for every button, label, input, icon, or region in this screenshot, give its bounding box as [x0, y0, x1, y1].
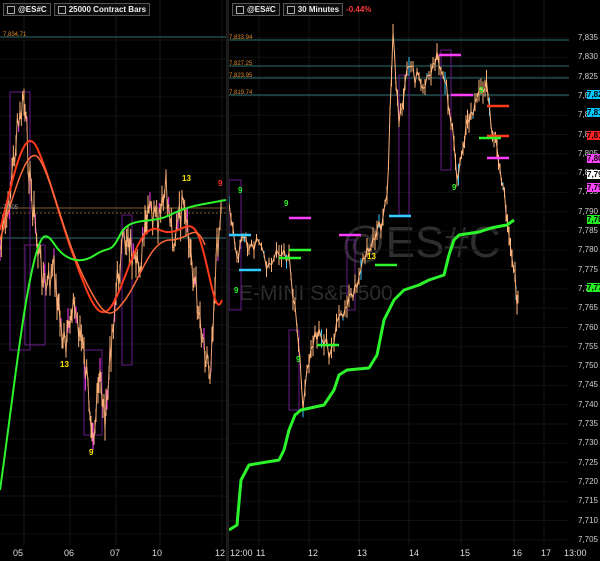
left-interval-chip[interactable]: 25000 Contract Bars: [53, 3, 151, 16]
right-symbol-chip[interactable]: @ES#C: [232, 3, 280, 16]
price-tag: 7,770: [587, 283, 600, 292]
y-tick: 7,765: [577, 303, 598, 313]
left-count-label: 9: [218, 179, 223, 188]
left-symbol-chip[interactable]: @ES#C: [3, 3, 51, 16]
left-count-label: 13: [60, 360, 69, 369]
price-tag: 7,800: [587, 154, 600, 163]
x-tick: 15: [460, 548, 471, 558]
setup-box: [288, 329, 300, 411]
checkbox-icon: [7, 5, 15, 14]
checkbox-icon: [286, 5, 295, 14]
x-tick: 14: [409, 548, 420, 558]
y-tick: 7,825: [577, 71, 598, 81]
x-tick: 12: [308, 548, 319, 558]
left-count-label: 9: [89, 448, 94, 457]
y-axis[interactable]: 7,8357,8307,8257,8207,8157,8107,8057,800…: [570, 0, 600, 561]
left-interval-label: 25000 Contract Bars: [68, 5, 147, 14]
right-symbol-label: @ES#C: [247, 5, 276, 14]
y-tick: 7,755: [577, 341, 598, 351]
price-tag: 7,795: [587, 170, 600, 179]
right-interval-label: 30 Minutes: [297, 5, 340, 14]
x-tick: 10: [152, 548, 163, 558]
left-mid-label: 7,805: [3, 205, 19, 211]
x-tick: 07: [110, 548, 121, 558]
right-chart-pane[interactable]: @ES#C E-MINI S&P 500 @ES#C 30 Minutes -0…: [229, 0, 600, 561]
x-tick: 16: [512, 548, 523, 558]
level-label: 7,819.74: [229, 90, 253, 96]
x-tick: 06: [64, 548, 75, 558]
left-symbol-label: @ES#C: [18, 5, 47, 14]
checkbox-icon: [236, 5, 244, 14]
y-tick: 7,725: [577, 457, 598, 467]
left-count-label: 13: [182, 174, 191, 183]
count-label: 9: [296, 355, 301, 364]
count-label: 13: [367, 252, 376, 261]
y-tick: 7,785: [577, 226, 598, 235]
x-tick: 13: [357, 548, 368, 558]
checkbox-icon: [57, 5, 66, 14]
right-chart-header: @ES#C 30 Minutes -0.44%: [232, 3, 371, 16]
y-tick: 7,720: [577, 476, 598, 486]
price-tag: 7,785: [587, 215, 600, 224]
change-percent: -0.44%: [346, 5, 372, 14]
price-tag: 7,790: [587, 183, 600, 192]
y-tick: 7,715: [577, 496, 598, 506]
price-tag: 7,820: [587, 90, 600, 99]
x-tick: 13:00: [564, 548, 587, 558]
y-tick: 7,745: [577, 380, 598, 390]
level-label: 7,823.95: [229, 73, 253, 79]
right-price-plot[interactable]: [229, 0, 600, 561]
y-tick: 7,710: [577, 515, 598, 525]
level-label: 7,827.25: [229, 61, 253, 67]
left-x-axis[interactable]: 05 06 07 10 12: [0, 544, 226, 561]
count-label: 9: [479, 86, 484, 95]
x-tick: 12: [215, 548, 226, 558]
count-label: 9: [452, 183, 457, 192]
y-tick: 7,775: [577, 264, 598, 274]
right-x-axis[interactable]: 12:00 11 12 13 14 15 16 17 18 13:00: [229, 544, 600, 561]
left-price-plot[interactable]: [0, 0, 226, 561]
count-label: 9: [238, 186, 243, 195]
left-chart-header: @ES#C 25000 Contract Bars: [3, 3, 151, 16]
x-tick: 05: [13, 548, 24, 558]
price-line: [229, 32, 519, 410]
y-tick: 7,740: [577, 399, 598, 409]
y-tick: 7,705: [577, 534, 598, 544]
x-tick: 17: [541, 548, 552, 558]
y-tick: 7,780: [577, 245, 598, 255]
chart-window: @ES#C 25000 Contract Bars 7,834.71 7,805…: [0, 0, 600, 561]
x-tick: 12:00: [230, 548, 253, 558]
left-chart-pane[interactable]: @ES#C 25000 Contract Bars 7,834.71 7,805…: [0, 0, 226, 561]
count-label: 9: [284, 199, 289, 208]
count-label: 9: [234, 286, 239, 295]
y-tick: 7,830: [577, 52, 598, 62]
y-tick: 7,735: [577, 419, 598, 428]
level-label: 7,833.94: [229, 35, 253, 41]
y-tick: 7,760: [577, 322, 598, 332]
y-tick: 7,730: [577, 438, 598, 448]
y-tick: 7,835: [577, 33, 598, 42]
x-tick: 11: [256, 548, 266, 558]
price-tag: 7,815: [587, 108, 600, 117]
price-tag: 7,810: [587, 131, 600, 140]
y-tick: 7,750: [577, 361, 598, 371]
left-level-label: 7,834.71: [3, 32, 27, 38]
right-interval-chip[interactable]: 30 Minutes: [282, 3, 344, 16]
